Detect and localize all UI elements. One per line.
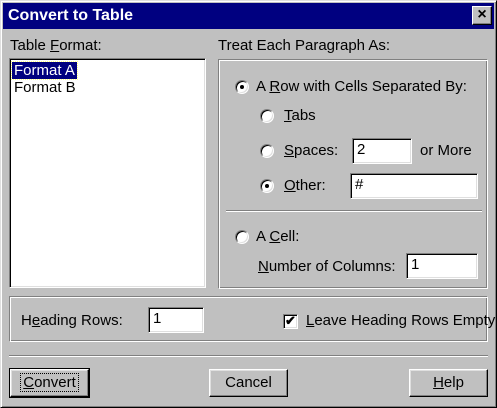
convert-button[interactable]: Convert xyxy=(9,368,90,398)
other-radio[interactable] xyxy=(260,179,274,193)
button-divider xyxy=(9,355,488,357)
leave-heading-empty-checkbox[interactable]: ✔ xyxy=(283,314,298,329)
close-button[interactable]: × xyxy=(472,6,492,25)
columns-label: Number of Columns: xyxy=(258,258,396,275)
checkmark-icon: ✔ xyxy=(285,313,296,328)
table-format-listbox[interactable]: Format A Format B xyxy=(9,58,206,288)
help-button[interactable]: Help xyxy=(409,369,488,397)
window-title: Convert to Table xyxy=(8,7,134,24)
cancel-button[interactable]: Cancel xyxy=(209,369,288,397)
other-label[interactable]: Other: xyxy=(284,177,326,195)
tabs-radio[interactable] xyxy=(260,109,274,123)
list-item-format-a[interactable]: Format A xyxy=(11,61,78,80)
list-item-format-b[interactable]: Format B xyxy=(12,79,78,96)
group-divider xyxy=(226,210,482,212)
or-more-label: or More xyxy=(420,142,472,159)
heading-rows-input[interactable]: 1 xyxy=(148,307,204,333)
close-icon: × xyxy=(477,6,487,23)
spaces-radio[interactable] xyxy=(260,144,274,158)
title-bar[interactable]: Convert to Table × xyxy=(3,3,494,29)
row-cells-radio[interactable] xyxy=(235,80,249,94)
leave-heading-empty-label[interactable]: Leave Heading Rows Empty xyxy=(306,312,495,330)
columns-input[interactable]: 1 xyxy=(406,253,478,279)
spaces-label[interactable]: Spaces: xyxy=(284,142,338,160)
cell-label[interactable]: A Cell: xyxy=(256,228,299,246)
row-cells-label[interactable]: A Row with Cells Separated By: xyxy=(256,78,467,96)
table-format-label: Table Format: xyxy=(10,37,102,54)
tabs-label[interactable]: Tabs xyxy=(284,107,316,125)
treat-paragraph-label: Treat Each Paragraph As: xyxy=(218,37,391,54)
cell-radio[interactable] xyxy=(235,230,249,244)
spaces-count-input[interactable]: 2 xyxy=(352,138,412,164)
other-separator-input[interactable]: # xyxy=(350,173,478,199)
heading-rows-label: Heading Rows: xyxy=(21,312,123,329)
